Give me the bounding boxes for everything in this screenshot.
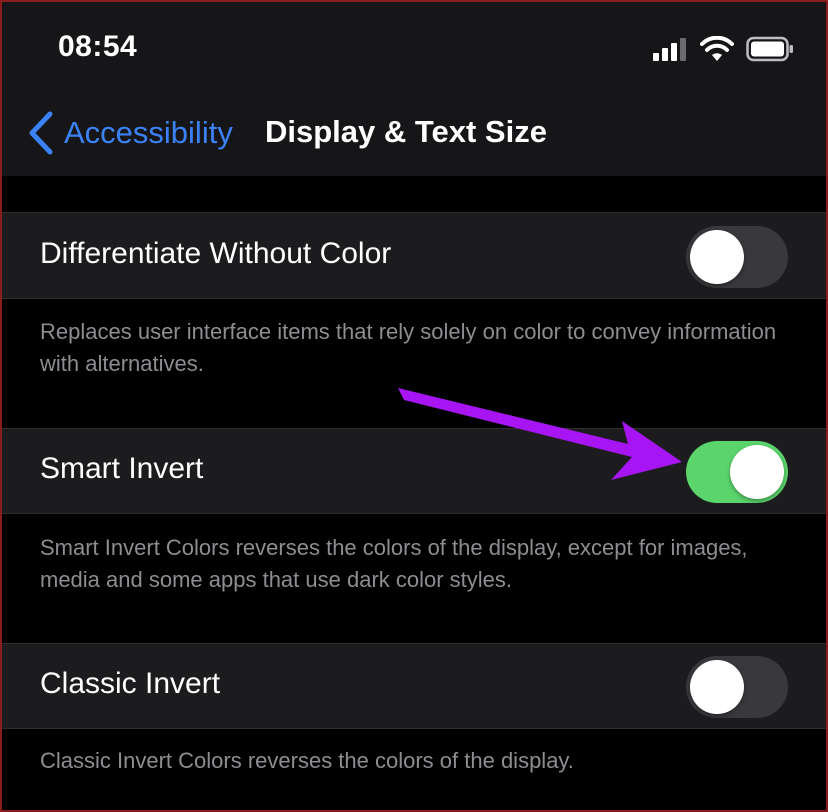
- annotation-arrow-icon: [398, 388, 682, 480]
